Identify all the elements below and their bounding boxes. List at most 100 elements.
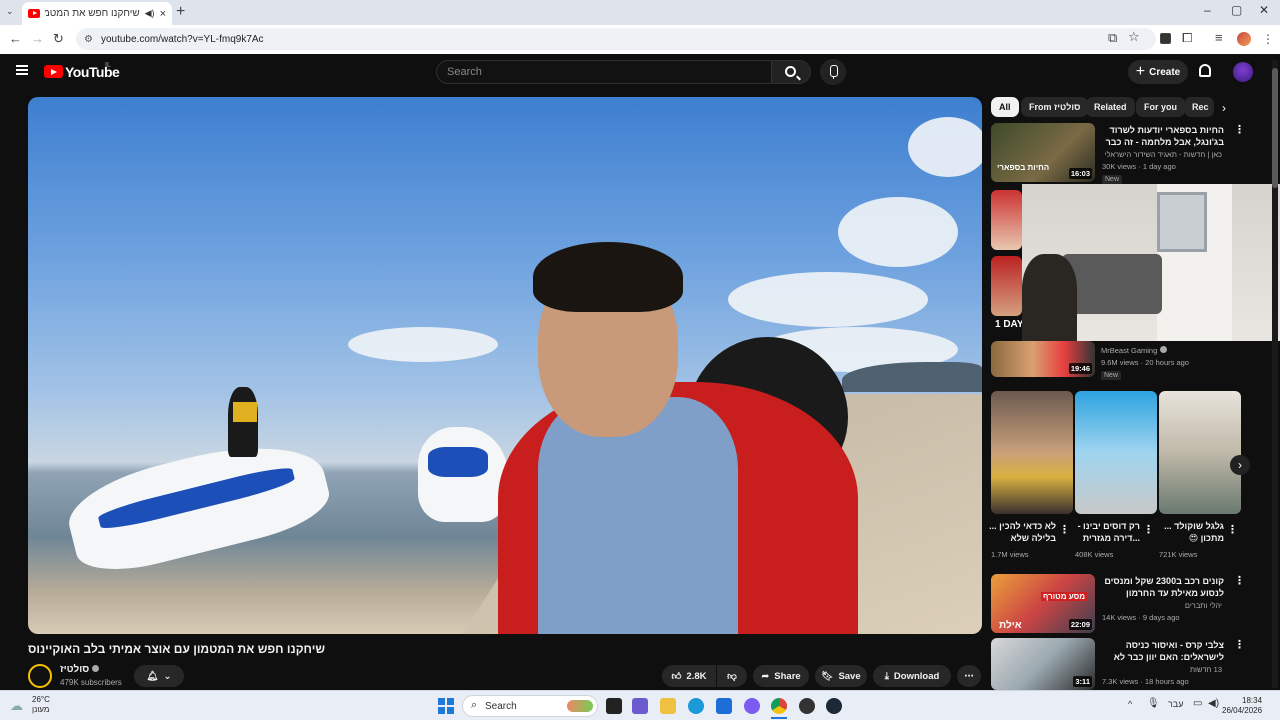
install-app-icon[interactable]: ⧉ (1108, 30, 1117, 46)
address-bar[interactable]: ⚙ youtube.com/watch?v=YL-fmq9k7Ac (76, 28, 1156, 50)
video-thumbnail[interactable]: 19:46 (991, 341, 1095, 377)
chip-all[interactable]: All (991, 97, 1019, 117)
windows-start-icon[interactable] (438, 698, 454, 714)
search-button[interactable] (771, 60, 811, 84)
save-button[interactable]: 🔖︎ Save (815, 665, 867, 687)
download-button[interactable]: ⤓ Download (873, 665, 951, 687)
download-label: Download (893, 670, 940, 682)
short-thumbnail[interactable] (1075, 391, 1157, 514)
like-count: 2.8K (686, 670, 707, 682)
chip-from-channel[interactable]: From סולטיז (1021, 97, 1089, 117)
create-button[interactable]: + Create (1128, 60, 1188, 84)
video-menu-icon[interactable]: ⋮ (1234, 123, 1245, 136)
duration-badge: 3:11 (1073, 676, 1092, 687)
video-thumbnail[interactable]: החיות בספארי 16:03 (991, 123, 1095, 182)
video-title[interactable]: צלבי קרס - ואיסור כניסה לישראלים: האם יו… (1100, 639, 1224, 664)
subscription-bell-button[interactable]: 🔔︎ ⌄ (134, 665, 184, 687)
short-menu-icon[interactable]: ⋮ (1143, 523, 1154, 536)
bookmark-star-icon[interactable]: ☆ (1128, 29, 1140, 45)
video-thumbnail[interactable] (991, 190, 1022, 250)
youtube-logo-text[interactable]: YouTube (65, 64, 120, 80)
page-scrollbar[interactable] (1272, 60, 1278, 688)
verified-icon (1160, 346, 1168, 353)
file-explorer-icon[interactable] (660, 698, 676, 714)
tab-search-chevron-icon[interactable]: ⌄ (6, 6, 14, 17)
browser-profile-avatar[interactable] (1237, 32, 1251, 46)
language-indicator[interactable]: עבר (1168, 699, 1183, 709)
youtube-logo-icon[interactable] (44, 65, 63, 78)
video-channel[interactable]: 13 חדשות (1102, 664, 1222, 676)
short-title[interactable]: גלגל שוקולד ... מתכון 😍 (1156, 520, 1224, 545)
short-title[interactable]: רק דוסים יבינו - ...דירה מגזרית (1072, 520, 1140, 545)
chrome-icon[interactable] (771, 698, 787, 714)
chip-related[interactable]: Related (1086, 97, 1135, 117)
notifications-bell-icon[interactable] (1199, 64, 1211, 77)
steam-icon[interactable] (826, 698, 842, 714)
video-title[interactable]: קונים רכב ב2300 שקל ומנסים לנסוע מאילת ע… (1100, 575, 1224, 600)
video-title[interactable]: החיות בספארי יודעות לשרוד בג'ונגל, אבל מ… (1100, 124, 1224, 149)
tray-chevron-up-icon[interactable]: ^ (1128, 699, 1132, 709)
more-actions-button[interactable]: ⋯ (957, 665, 981, 687)
browser-menu-icon[interactable]: ⋮ (1262, 32, 1274, 46)
window-minimize-button[interactable]: – (1204, 3, 1211, 17)
short-title[interactable]: לא כדאי להכין ... בלילה שלא (988, 520, 1056, 545)
media-control-icon[interactable]: ≡ (1215, 30, 1223, 45)
thumbs-down-icon: 👎︎ (727, 671, 737, 682)
edge-icon[interactable] (688, 698, 704, 714)
voice-search-button[interactable] (820, 59, 846, 85)
browser-tab-youtube[interactable]: שיחקנו חפש את המטמון עם... ◀) × (22, 2, 172, 25)
store-icon[interactable] (716, 698, 732, 714)
tab-audio-icon[interactable]: ◀) (145, 8, 155, 19)
network-icon[interactable]: ▭ (1193, 698, 1202, 709)
chevron-right-icon[interactable]: › (1222, 101, 1226, 115)
messenger-icon[interactable] (744, 698, 760, 714)
video-thumbnail[interactable] (991, 256, 1022, 316)
weather-cloud-icon[interactable]: ☁ (10, 698, 23, 714)
video-channel[interactable]: MrBeast Gaming (1101, 345, 1168, 357)
reload-icon[interactable]: ↻ (53, 31, 64, 47)
extension-icon[interactable] (1160, 33, 1171, 44)
new-tab-button[interactable]: + (176, 3, 185, 21)
short-thumbnail[interactable] (991, 391, 1073, 514)
new-badge: New (1102, 175, 1123, 184)
video-player[interactable] (28, 97, 982, 634)
teams-icon[interactable] (632, 698, 648, 714)
channel-name[interactable]: סולטיז (60, 664, 100, 675)
volume-icon[interactable]: ◀) (1208, 698, 1219, 709)
browser-toolbar: ← → ↻ ⚙ youtube.com/watch?v=YL-fmq9k7Ac … (0, 25, 1280, 54)
microphone-icon[interactable]: 🎙︎ (1147, 698, 1160, 709)
share-button[interactable]: ➦ Share (753, 665, 809, 687)
search-input[interactable]: Search (436, 60, 772, 84)
shorts-next-icon[interactable]: › (1230, 455, 1250, 475)
dislike-button[interactable]: 👎︎ (717, 665, 747, 687)
video-thumbnail[interactable]: 3:11 (991, 638, 1095, 690)
back-arrow-icon[interactable]: ← (9, 31, 22, 46)
account-avatar[interactable] (1233, 62, 1253, 82)
window-close-button[interactable]: ✕ (1259, 3, 1269, 17)
system-clock[interactable]: 18:34 26/04/2026 (1222, 696, 1262, 716)
video-thumbnail[interactable]: מסע מטורף אילת 22:09 (991, 574, 1095, 633)
taskbar-search[interactable]: ⌕ Search (462, 695, 598, 717)
weather-widget[interactable]: 26°C מעונן (32, 695, 50, 715)
scrollbar-thumb[interactable] (1272, 68, 1278, 188)
short-thumbnail[interactable] (1159, 391, 1241, 514)
video-channel[interactable]: כאן | חדשות - תאגיד השידור הישראלי (1102, 149, 1222, 161)
tab-close-icon[interactable]: × (160, 8, 166, 20)
window-maximize-button[interactable]: ▢ (1231, 3, 1242, 17)
channel-avatar[interactable] (28, 664, 52, 688)
forward-arrow-icon[interactable]: → (31, 31, 44, 46)
cloud (348, 327, 498, 362)
task-view-icon[interactable] (606, 698, 622, 714)
video-channel[interactable]: יהלי ותברים (1102, 600, 1222, 612)
site-info-icon[interactable]: ⚙ (84, 34, 93, 45)
hamburger-menu-icon[interactable] (16, 65, 28, 75)
extensions-puzzle-icon[interactable]: ⧠ (1182, 30, 1192, 46)
video-menu-icon[interactable]: ⋮ (1234, 574, 1245, 587)
chip-for-you[interactable]: For you (1136, 97, 1185, 117)
video-menu-icon[interactable]: ⋮ (1234, 638, 1245, 651)
chip-recent[interactable]: Rec (1184, 97, 1214, 117)
app-icon[interactable] (799, 698, 815, 714)
like-button[interactable]: 👍︎ 2.8K (662, 665, 716, 687)
short-menu-icon[interactable]: ⋮ (1227, 523, 1238, 536)
short-menu-icon[interactable]: ⋮ (1059, 523, 1070, 536)
